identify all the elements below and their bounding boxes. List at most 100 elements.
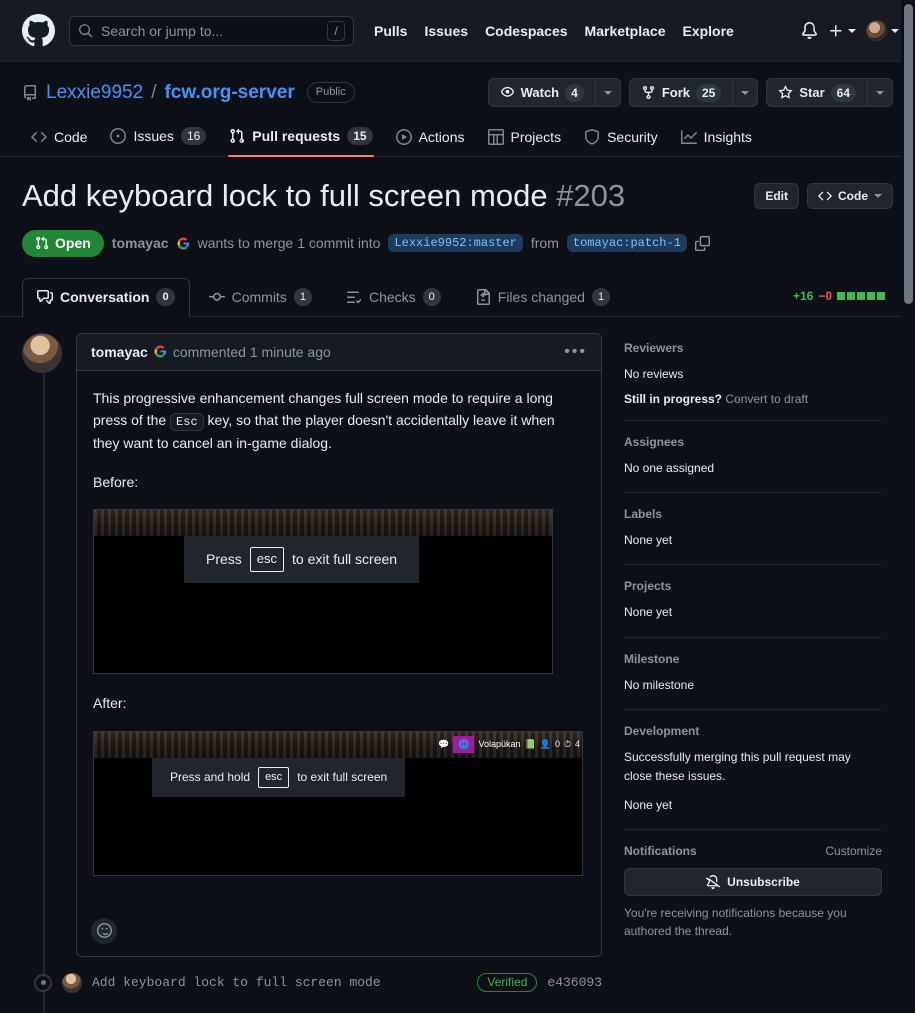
copy-icon[interactable] [694, 235, 710, 251]
repo-tab-pull-requests[interactable]: Pull requests 15 [220, 121, 381, 157]
pr-author[interactable]: tomayac [112, 235, 169, 251]
esc-key-glyph: esc [249, 547, 285, 572]
nav-explore[interactable]: Explore [682, 23, 733, 39]
diff-deletions: −0 [818, 289, 832, 304]
status-badge-label: Open [55, 234, 91, 251]
git-pull-request-icon [36, 236, 49, 249]
chevron-down-icon [603, 90, 612, 95]
edit-button[interactable]: Edit [754, 183, 799, 209]
comment-menu-button[interactable]: ••• [564, 343, 587, 361]
repo-tab-security[interactable]: Security [575, 123, 667, 156]
verified-badge[interactable]: Verified [477, 973, 538, 992]
avatar[interactable] [22, 332, 62, 373]
hud-player-name: Volapükan [478, 739, 521, 750]
table-icon [487, 129, 504, 145]
tab-conversation[interactable]: Conversation 0 [22, 277, 190, 317]
repo-tab-issues-label: Issues [133, 128, 174, 144]
comment-thread: tomayac commented 1 minute ago ••• This … [22, 332, 602, 957]
search-input[interactable]: Search or jump to... / [69, 15, 354, 46]
tab-commits-label: Commits [231, 288, 287, 305]
repo-tab-security-label: Security [607, 129, 658, 145]
page-scrollbar[interactable] [901, 0, 915, 1013]
google-logo-icon [177, 237, 189, 250]
commit-node-icon [34, 973, 52, 992]
research-icon: 📗 [524, 739, 536, 750]
tab-commits-count: 1 [293, 287, 312, 306]
header-actions [801, 20, 899, 41]
tab-commits[interactable]: Commits 1 [194, 278, 327, 317]
code-button[interactable]: Code [807, 183, 893, 209]
avatar [866, 20, 887, 41]
pull-request-tabs: Conversation 0 Commits 1 Checks 0 Files … [0, 277, 915, 317]
sidebar-reviewers-title[interactable]: Reviewers [624, 341, 882, 355]
search-shortcut-key: / [327, 20, 345, 41]
repo-name-link[interactable]: fcw.org-server [164, 82, 294, 104]
page-title: Add keyboard lock to full screen mode #2… [22, 177, 625, 216]
google-logo-icon [154, 345, 166, 358]
star-button[interactable]: Star 64 [766, 78, 867, 107]
user-menu-button[interactable] [866, 20, 899, 41]
star-dropdown-button[interactable] [867, 78, 893, 107]
commit-sha[interactable]: e436093 [547, 975, 602, 990]
repo-tab-actions[interactable]: Actions [387, 123, 474, 156]
bell-icon[interactable] [801, 22, 818, 39]
tab-files-changed[interactable]: Files changed 1 [460, 278, 625, 317]
comment-author[interactable]: tomayac [91, 344, 148, 360]
repo-action-buttons: Watch 4 Fork 25 Star 64 [487, 78, 893, 107]
head-branch-chip[interactable]: tomayac:patch-1 [566, 234, 687, 253]
checklist-icon [346, 291, 362, 303]
before-screenshot[interactable]: Press esc to exit full screen [93, 509, 553, 675]
comment-discussion-icon [37, 289, 53, 304]
base-branch-chip[interactable]: Lexxie9952:master [388, 234, 523, 253]
search-icon [79, 24, 93, 38]
after-screenshot[interactable]: 💬 🌐 Volapükan 📗 👤 0 ⏱ 4 Press and hold e… [93, 730, 583, 876]
code-icon [31, 132, 47, 143]
nav-pulls[interactable]: Pulls [374, 23, 407, 39]
create-new-button[interactable] [828, 23, 856, 39]
watch-dropdown-button[interactable] [594, 78, 621, 107]
scrollbar-thumb[interactable] [904, 4, 913, 304]
plus-icon [830, 24, 842, 36]
sidebar-milestone-title[interactable]: Milestone [624, 652, 882, 666]
nav-codespaces[interactable]: Codespaces [485, 23, 567, 39]
nation-flag-icon: 🌐 [453, 736, 475, 753]
github-mark-icon[interactable] [22, 14, 55, 47]
esc-key-glyph: esc [258, 766, 290, 789]
repo-tab-issues[interactable]: Issues 16 [101, 121, 215, 156]
after-label: After: [93, 695, 127, 712]
fork-dropdown-button[interactable] [732, 78, 759, 107]
sidebar-projects-title[interactable]: Projects [624, 579, 882, 593]
repo-tab-projects[interactable]: Projects [479, 123, 571, 156]
repo-separator: / [151, 81, 157, 103]
watch-button[interactable]: Watch 4 [487, 78, 595, 107]
git-pull-request-icon [230, 128, 245, 144]
add-reaction-button[interactable] [91, 917, 117, 944]
clock-icon: ⏱ [563, 739, 571, 750]
global-header: Search or jump to... / Pulls Issues Code… [0, 0, 915, 62]
chevron-down-icon [741, 90, 750, 95]
customize-notifications-link[interactable]: Customize [825, 844, 882, 858]
shield-icon [585, 129, 600, 145]
fork-button[interactable]: Fork 25 [628, 78, 733, 107]
tab-checks[interactable]: Checks 0 [331, 278, 456, 317]
pr-title-text: Add keyboard lock to full screen mode [22, 178, 548, 213]
convert-to-draft-link[interactable]: Convert to draft [725, 392, 808, 406]
nav-issues[interactable]: Issues [424, 23, 468, 39]
unsubscribe-button[interactable]: Unsubscribe [624, 868, 882, 897]
repo-tab-code[interactable]: Code [22, 123, 96, 156]
sidebar-development-title[interactable]: Development [624, 724, 882, 738]
tab-files-changed-count: 1 [591, 287, 611, 306]
star-count: 64 [830, 83, 856, 102]
git-commit-icon [208, 292, 225, 301]
sidebar-labels-title[interactable]: Labels [624, 507, 882, 521]
sidebar-section-labels: Labels None yet [624, 507, 882, 566]
repo-tab-insights[interactable]: Insights [672, 123, 761, 156]
nav-marketplace[interactable]: Marketplace [585, 23, 666, 39]
pr-sidebar: Reviewers No reviews Still in progress? … [624, 333, 882, 993]
banner-prefix: Press and hold [170, 769, 251, 784]
sidebar-assignees-title[interactable]: Assignees [624, 435, 882, 449]
commit-message[interactable]: Add keyboard lock to full screen mode [92, 975, 381, 990]
reaction-bar [77, 910, 601, 956]
repo-owner-link[interactable]: Lexxie9952 [46, 82, 143, 104]
tab-checks-label: Checks [368, 288, 416, 305]
